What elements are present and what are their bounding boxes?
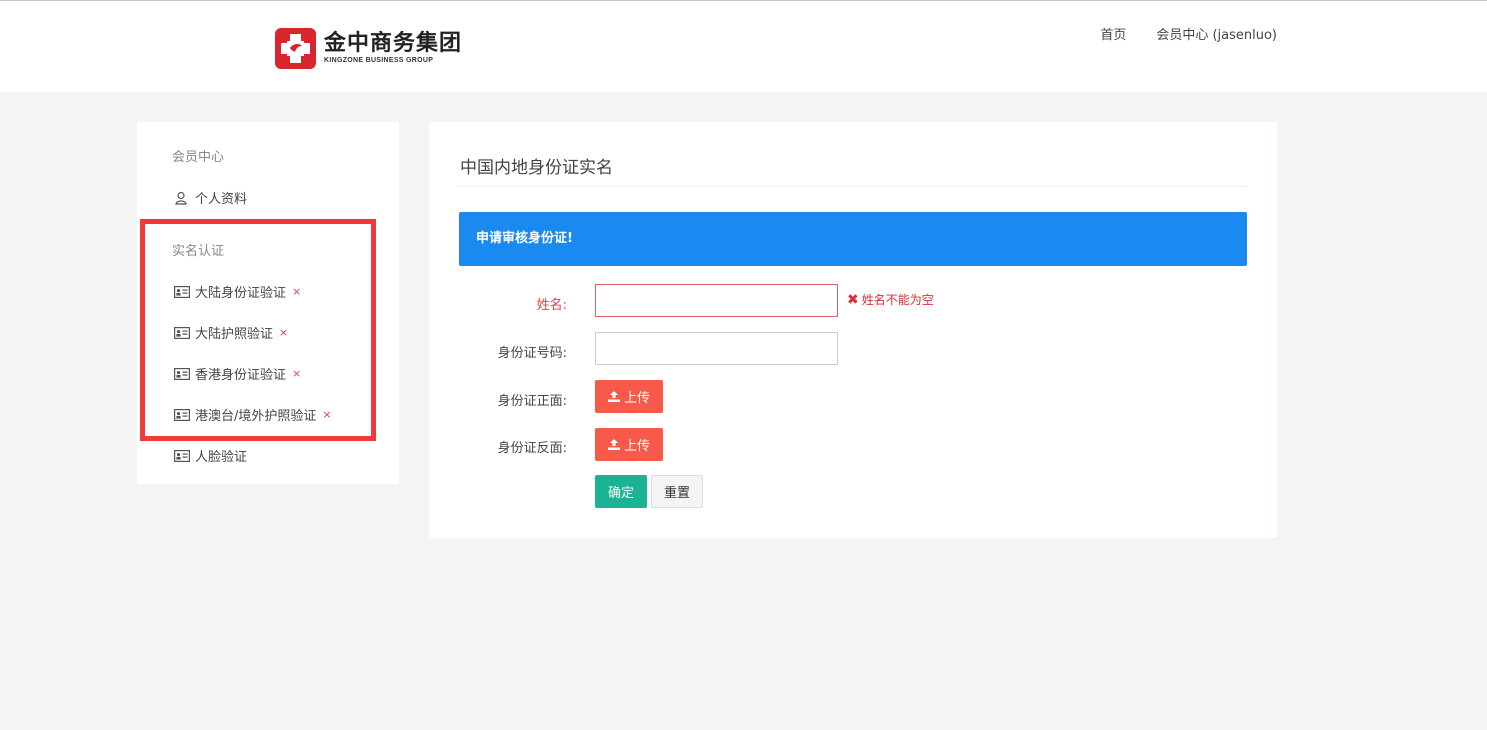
title-divider [459, 186, 1247, 187]
error-x-icon: ✖ [847, 291, 859, 308]
top-navigation: 首页 会员中心 (jasenluo) [1100, 24, 1277, 43]
sidebar-item-face-verify[interactable]: 人脸验证 [174, 446, 247, 465]
main-panel: 中国内地身份证实名 申请审核身份证! 姓名: ✖ 姓名不能为空 身份证号码: 身… [429, 122, 1277, 538]
name-error-text: 姓名不能为空 [861, 293, 934, 307]
id-number-label: 身份证号码: [497, 346, 567, 361]
page-title: 中国内地身份证实名 [460, 158, 613, 178]
logo-text: 金中商务集团 KINGZONE BUSINESS GROUP [324, 30, 463, 65]
upload-front-button[interactable]: 上传 [595, 380, 663, 413]
sidebar-item-profile[interactable]: 个人资料 [174, 188, 247, 207]
reset-button[interactable]: 重置 [651, 475, 703, 508]
logo-english-name: KINGZONE BUSINESS GROUP [324, 56, 434, 64]
id-card-icon [174, 449, 190, 462]
upload-icon [607, 439, 620, 450]
id-number-input[interactable] [595, 332, 838, 365]
site-header: 金中商务集团 KINGZONE BUSINESS GROUP 首页 会员中心 (… [0, 0, 1487, 92]
upload-back-button[interactable]: 上传 [595, 428, 663, 461]
nav-member-center-link[interactable]: 会员中心 (jasenluo) [1156, 24, 1277, 43]
notice-banner: 申请审核身份证! [459, 212, 1247, 266]
confirm-button[interactable]: 确定 [595, 475, 647, 508]
nav-home-link[interactable]: 首页 [1100, 24, 1126, 43]
logo-chinese-name: 金中商务集团 [324, 30, 463, 56]
name-error-message: ✖ 姓名不能为空 [847, 291, 934, 308]
sidebar-item-label: 个人资料 [195, 192, 248, 207]
upload-label: 上传 [623, 391, 650, 406]
kingzone-logo[interactable]: 金中商务集团 KINGZONE BUSINESS GROUP [275, 27, 462, 69]
upload-label: 上传 [623, 439, 650, 454]
kingzone-logo-icon [275, 27, 316, 69]
name-label: 姓名: [536, 298, 567, 313]
id-front-label: 身份证正面: [497, 394, 567, 409]
highlight-annotation-box [140, 219, 376, 441]
sidebar-heading-member-center: 会员中心 [172, 150, 225, 165]
id-back-label: 身份证反面: [497, 441, 567, 456]
user-icon [174, 191, 190, 205]
name-input[interactable] [595, 284, 838, 317]
upload-icon [607, 391, 620, 402]
sidebar-item-label: 人脸验证 [195, 450, 248, 465]
